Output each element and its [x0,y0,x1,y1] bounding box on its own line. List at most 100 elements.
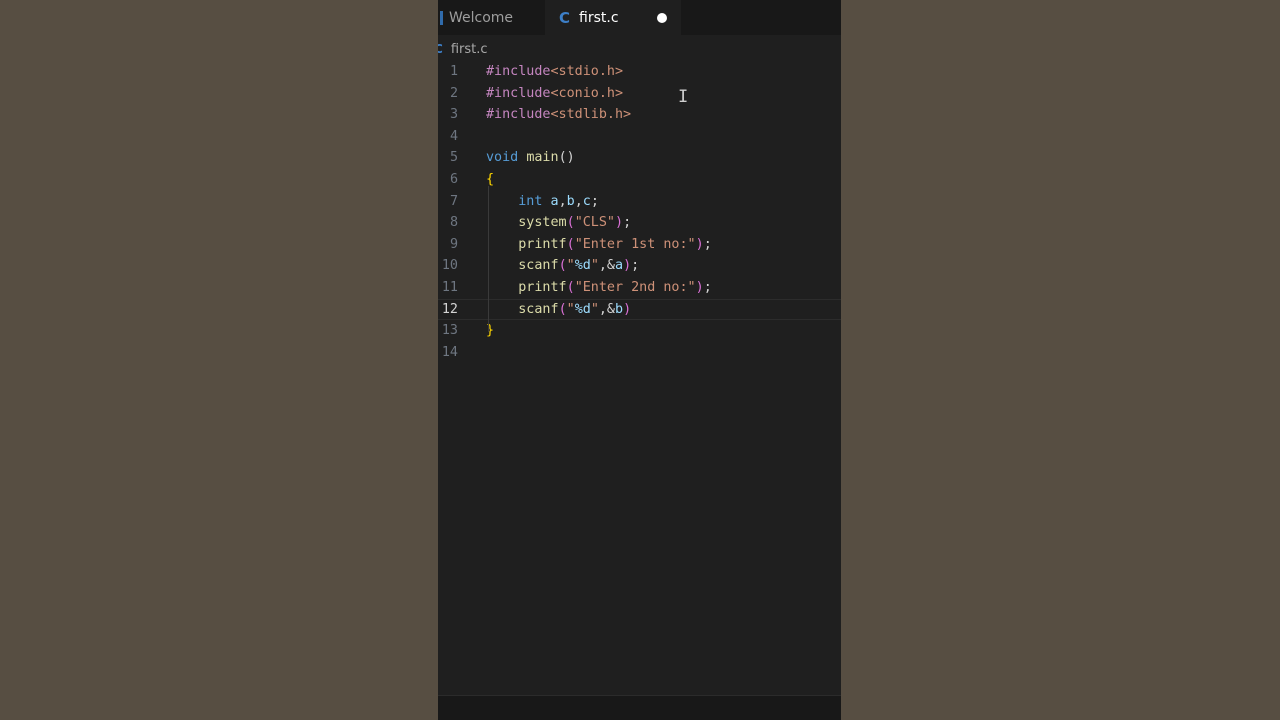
code-token: printf [518,236,567,252]
code-line[interactable]: 7 int a,b,c; [438,191,841,213]
line-number: 2 [449,85,458,101]
code-token: ) [695,236,704,252]
code-line[interactable]: 4 [438,126,841,148]
code-token: "Enter 1st no:" [574,236,696,252]
line-number: 6 [449,171,458,187]
code-token: #include [486,107,551,123]
code-token: ) [615,215,624,231]
code-token: ) [623,258,632,274]
code-token: ; [623,215,632,231]
code-token: " [590,301,599,317]
code-token: #include [486,85,551,101]
code-token: %d [574,258,591,274]
code-line[interactable]: 9 printf("Enter 1st no:"); [438,234,841,256]
code-line[interactable]: 5 void main() [438,147,841,169]
code-token: %d [574,301,591,317]
line-number: 14 [441,344,458,360]
code-token: ) [695,279,704,295]
code-line[interactable]: 13} [438,320,841,342]
tab-first-c-label: first.c [579,10,619,26]
breadcrumb-c-icon: C [438,42,443,56]
line-number: 13 [441,323,458,339]
code-token: ,& [598,301,615,317]
line-number: 11 [441,279,458,295]
code-token: " [590,258,599,274]
code-line[interactable]: 1 #include<stdio.h> [438,61,841,83]
code-token: #include [486,64,551,79]
code-token: ( [566,279,575,295]
line-text: printf("Enter 1st no:"); [486,234,712,256]
code-token: a [615,258,624,274]
text-cursor-icon: I [678,87,689,107]
code-token: <stdlib.h> [550,107,632,123]
code-line[interactable]: 3 #include<stdlib.h> [438,104,841,126]
code-token: void [486,150,519,166]
line-number: 9 [449,236,458,252]
line-text: scanf("%d",&a); [486,255,639,277]
code-token: ; [703,236,712,252]
line-number: 10 [441,258,458,274]
code-token: ( [558,258,567,274]
code-token: a [550,193,559,209]
code-line[interactable]: 10 scanf("%d",&a); [438,255,841,277]
code-token: ( [566,215,575,231]
line-text: scanf("%d",&b) [486,299,631,321]
code-token: { [486,171,495,187]
code-token: ,& [598,258,615,274]
line-text: printf("Enter 2nd no:"); [486,277,712,299]
breadcrumb: C first.c [438,38,488,60]
code-line[interactable]: 8 system("CLS"); [438,212,841,234]
code-token: ; [590,193,599,209]
code-token: system [518,215,567,231]
code-token: " [566,258,575,274]
tab-welcome[interactable]: Welcome [438,0,544,35]
code-line[interactable]: 2 #include<conio.h> [438,83,841,105]
code-line[interactable]: 11 printf("Enter 2nd no:"); [438,277,841,299]
code-area[interactable]: 1 #include<stdio.h> 2 #include<conio.h> 3 #in… [438,61,841,363]
tab-first-c[interactable]: C first.c [545,0,681,35]
code-line[interactable]: 6{ [438,169,841,191]
line-text: #include<stdio.h> [486,61,623,83]
code-token: ) [623,301,632,317]
code-token: b [566,193,575,209]
code-token: ; [631,258,640,274]
tab-bar: Welcome C first.c [438,0,841,35]
code-token: , [574,193,583,209]
indent-guide [488,186,489,332]
code-token: printf [518,279,567,295]
right-backdrop [841,0,1280,720]
unsaved-dot-icon[interactable] [657,13,667,23]
code-token: <stdio.h> [550,64,624,79]
code-token: () [558,150,575,166]
breadcrumb-file[interactable]: first.c [451,42,488,57]
line-number: 4 [449,128,458,144]
code-token: scanf [518,301,559,317]
line-text: system("CLS"); [486,212,631,234]
left-backdrop [0,0,438,720]
code-token: <conio.h> [550,85,624,101]
code-token: scanf [518,258,559,274]
line-number: 5 [449,150,458,166]
line-text: void main() [486,147,575,169]
line-text: #include<conio.h> [486,83,623,105]
code-token: , [558,193,567,209]
code-token: ( [566,236,575,252]
bottom-panel [438,695,841,720]
code-line[interactable]: 12 scanf("%d",&b) [438,299,841,321]
code-line[interactable]: 14 [438,342,841,364]
code-token: b [615,301,624,317]
code-token: "Enter 2nd no:" [574,279,696,295]
code-token: ( [558,301,567,317]
welcome-tab-icon [440,10,443,25]
code-token: " [566,301,575,317]
code-token: int [518,193,543,209]
line-number: 8 [449,215,458,231]
line-text: #include<stdlib.h> [486,104,631,126]
code-token: "CLS" [574,215,615,231]
code-editor-window: Welcome C first.c C first.c 1 #include<st… [438,0,841,720]
